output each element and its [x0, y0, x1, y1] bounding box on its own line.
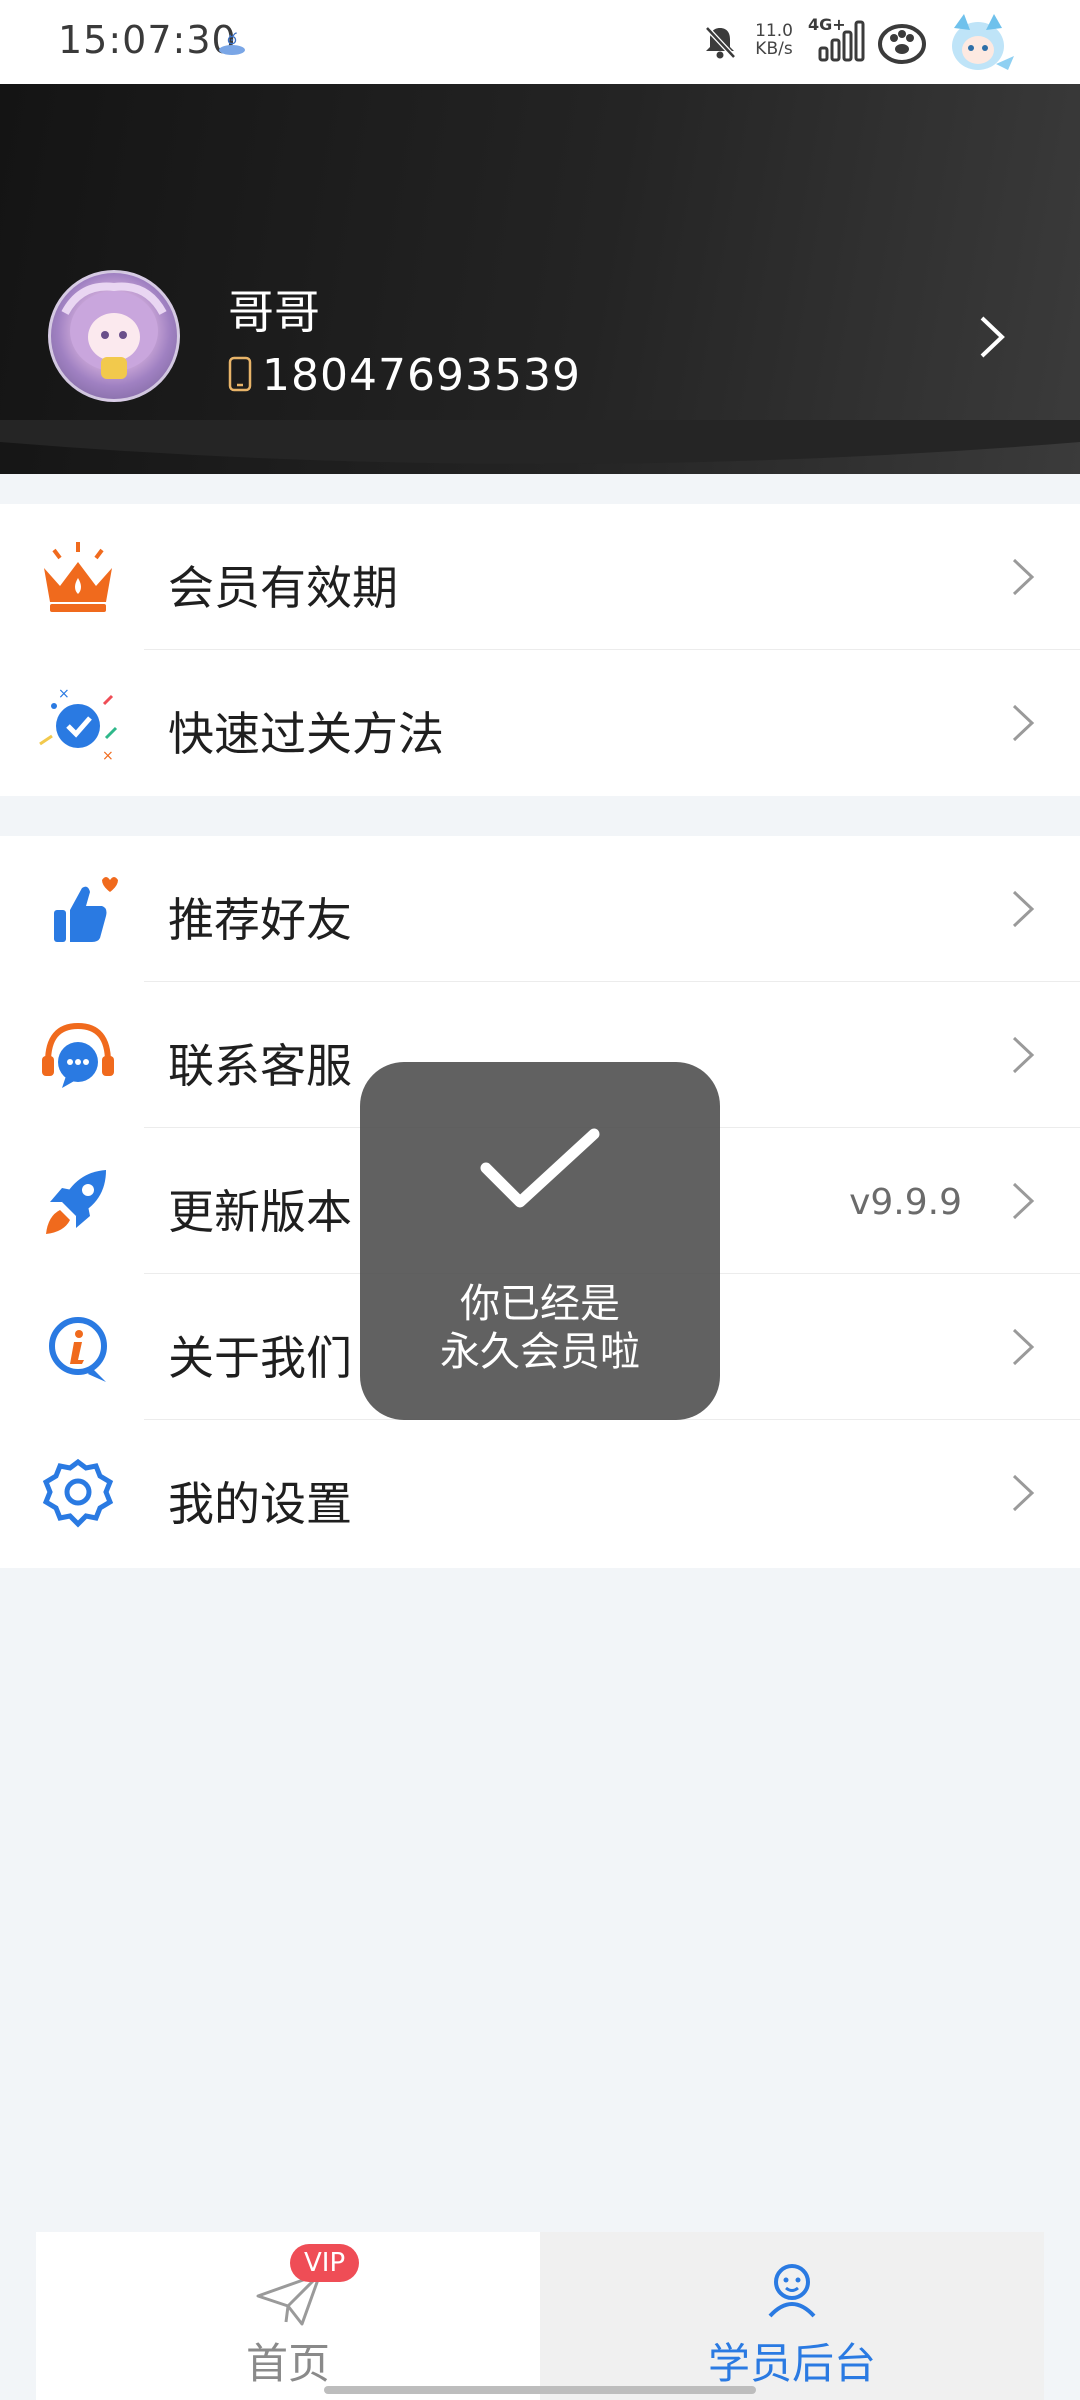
menu-label: 更新版本 [168, 1185, 352, 1239]
toast-message-line2: 永久会员啦 [440, 1329, 640, 1375]
menu-item-quick-pass-method[interactable]: × × 快速过关方法 [0, 650, 1080, 796]
chevron-right-icon [1012, 1182, 1035, 1220]
menu-label: 联系客服 [168, 1039, 352, 1093]
headset-icon [42, 1022, 114, 1088]
status-bar: 15:07:30 ఠ 11.0 KB/s 4G+ [0, 0, 1080, 84]
crown-icon [44, 542, 112, 612]
tab-student-backend[interactable]: 学员后台 [540, 2232, 1044, 2400]
mascot-icon [952, 14, 1014, 70]
menu-label: 会员有效期 [168, 561, 398, 615]
chevron-right-icon [1012, 558, 1035, 596]
paw-icon [878, 24, 926, 64]
chevron-right-icon [1012, 1036, 1035, 1074]
phone-number: 18047693539 [262, 350, 581, 401]
chevron-right-icon [1012, 890, 1035, 928]
chevron-right-icon[interactable] [974, 314, 1010, 360]
tab-student-label: 学员后台 [707, 2339, 876, 2388]
svg-text:ఠ: ఠ [227, 29, 237, 48]
chevron-right-icon [1012, 1328, 1035, 1366]
menu-label: 我的设置 [168, 1477, 352, 1531]
version-value: v9.9.9 [849, 1182, 962, 1223]
app-notification-icon: ఠ [219, 29, 245, 55]
status-time: 15:07:30 [58, 18, 237, 62]
network-speed-value: 11.0 [755, 21, 793, 41]
checkmark-icon [480, 1128, 600, 1208]
chevron-right-icon [1012, 1474, 1035, 1512]
profile-header[interactable] [0, 84, 1080, 474]
info-icon [49, 1317, 107, 1382]
thumbs-up-icon [54, 877, 118, 942]
menu-item-membership-validity[interactable]: 会员有效期 [0, 504, 1080, 650]
svg-text:×: × [102, 748, 114, 764]
network-speed: 11.0 KB/s [744, 22, 804, 58]
bell-muted-icon [705, 26, 736, 59]
network-type: 4G+ [808, 15, 846, 34]
menu-label: 关于我们 [168, 1331, 352, 1385]
toast-message-line1: 你已经是 [460, 1281, 620, 1327]
tab-home-label: 首页 [245, 2339, 330, 2388]
avatar-illustration [61, 282, 167, 379]
phone-icon [228, 356, 252, 392]
menu-group-membership: 会员有效期 × × 快速过关方法 [0, 504, 1080, 796]
network-speed-unit: KB/s [755, 39, 793, 59]
signal-4g-icon: 4G+ [808, 15, 865, 62]
header-curve [0, 420, 1080, 464]
menu-item-recommend-friends[interactable]: 推荐好友 [0, 836, 1080, 982]
settings-gear-icon [42, 1458, 114, 1528]
user-name: 哥哥 [228, 285, 320, 339]
menu-label: 快速过关方法 [168, 707, 444, 761]
avatar[interactable] [48, 270, 180, 402]
bottom-nav: VIP 首页 学员后台 [0, 2232, 1080, 2400]
svg-text:×: × [58, 686, 70, 702]
user-icon [768, 2264, 816, 2318]
success-toast: 你已经是 永久会员啦 [360, 1062, 720, 1420]
chevron-right-icon [1012, 704, 1035, 742]
tab-home[interactable]: VIP 首页 [36, 2232, 540, 2400]
vip-badge: VIP [290, 2244, 360, 2282]
rocket-icon [46, 1170, 106, 1234]
menu-item-my-settings[interactable]: 我的设置 [0, 1420, 1080, 1566]
menu-label: 推荐好友 [168, 893, 352, 947]
home-indicator[interactable] [324, 2386, 756, 2394]
check-badge-icon: × × [39, 686, 118, 764]
